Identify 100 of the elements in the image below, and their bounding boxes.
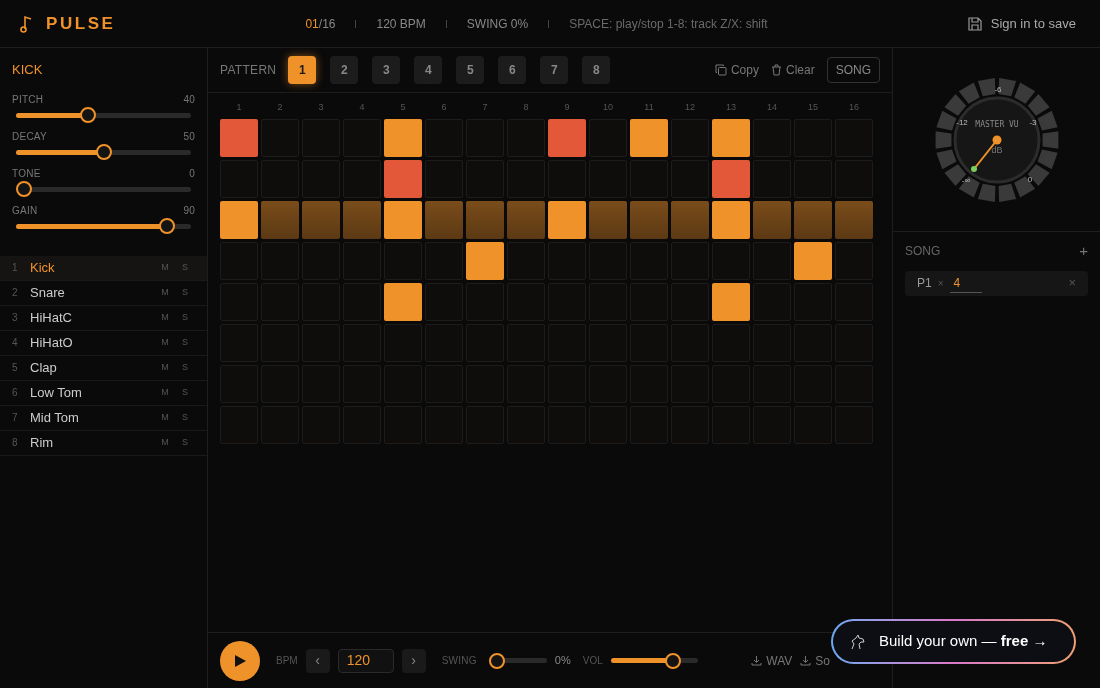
track-name: Rim <box>30 433 54 452</box>
step-pad[interactable] <box>384 159 422 198</box>
solo-toggle[interactable]: S <box>175 360 195 375</box>
mute-toggle[interactable]: M <box>155 260 175 275</box>
step-number: 15 <box>807 101 819 114</box>
bpm-decrease-button[interactable]: ‹ <box>305 648 330 673</box>
export-wav-button[interactable]: WAV <box>751 651 793 670</box>
pattern-tab[interactable]: 3 <box>372 56 401 84</box>
pattern-tab[interactable]: 1 <box>288 56 317 84</box>
step-pad[interactable] <box>712 282 750 321</box>
song-mode-button[interactable]: SONG <box>826 57 880 83</box>
step-pad[interactable] <box>548 118 586 157</box>
slider-thumb[interactable] <box>79 107 96 123</box>
vu-scale-label: -6 <box>993 84 1002 94</box>
step-number: 2 <box>276 101 284 114</box>
promo-badge[interactable]: Build your own — free → <box>831 619 1076 664</box>
mute-toggle[interactable]: M <box>155 310 175 325</box>
track-number: 3 <box>12 311 19 325</box>
swing-readout: SWING 0% <box>466 15 529 33</box>
bpm-increase-button[interactable]: › <box>401 648 426 673</box>
step-pad[interactable] <box>712 118 750 157</box>
pattern-tab[interactable]: 5 <box>456 56 485 84</box>
step-pad[interactable] <box>712 200 750 239</box>
instrument-title: KICK <box>12 61 44 79</box>
param-value: 0 <box>189 166 195 181</box>
track-row[interactable]: 7 Mid Tom M S <box>0 405 207 431</box>
solo-toggle[interactable]: S <box>175 435 195 450</box>
download-icon <box>751 655 763 666</box>
solo-toggle[interactable]: S <box>175 310 195 325</box>
clear-button[interactable]: Clear <box>770 61 815 79</box>
pattern-tab[interactable]: 4 <box>414 56 443 84</box>
track-row[interactable]: 2 Snare M S <box>0 280 207 306</box>
sign-in-button[interactable]: Sign in to save <box>966 13 1076 34</box>
step-number: 14 <box>766 101 778 114</box>
pattern-tab[interactable]: 6 <box>498 56 527 84</box>
mute-toggle[interactable]: M <box>155 385 175 400</box>
repeat-field[interactable]: 4 <box>949 273 982 293</box>
track-number: 4 <box>12 336 19 350</box>
slider-thumb[interactable] <box>665 652 682 669</box>
track-number: 7 <box>12 411 19 425</box>
copy-button[interactable]: Copy <box>714 61 759 79</box>
step-number: 10 <box>602 101 614 114</box>
remove-button[interactable]: × <box>1068 273 1076 293</box>
step-pad[interactable] <box>466 241 504 280</box>
step-number: 13 <box>725 101 737 114</box>
track-row[interactable]: 4 HiHatO M S <box>0 330 207 356</box>
solo-toggle[interactable]: S <box>175 335 195 350</box>
shortcut-hint: SPACE: play/stop 1-8: track Z/X: shift <box>569 15 768 33</box>
step-number: 5 <box>399 101 407 114</box>
step-number: 16 <box>848 101 860 114</box>
repeat-sign: × <box>937 276 944 291</box>
pattern-tab[interactable]: 2 <box>330 56 359 84</box>
step-pad[interactable] <box>220 118 258 157</box>
step-pad[interactable] <box>794 241 832 280</box>
mute-toggle[interactable]: M <box>155 410 175 425</box>
volume-label: VOL <box>582 654 603 668</box>
vu-title: MASTER VU <box>974 119 1019 129</box>
play-button[interactable] <box>220 640 260 681</box>
step-counter: 01/16 <box>305 15 336 33</box>
play-icon <box>233 653 247 668</box>
solo-toggle[interactable]: S <box>175 385 195 400</box>
slider-thumb[interactable] <box>488 652 505 669</box>
solo-toggle[interactable]: S <box>175 410 195 425</box>
song-title: SONG <box>905 243 941 261</box>
step-pad[interactable] <box>384 118 422 157</box>
step-pad[interactable] <box>712 159 750 198</box>
pattern-tab[interactable]: 8 <box>582 56 611 84</box>
export-song-button[interactable]: So <box>800 651 830 670</box>
slider-thumb[interactable] <box>159 218 176 234</box>
step-pad[interactable] <box>384 282 422 321</box>
step-pad[interactable] <box>630 118 668 157</box>
track-row[interactable]: 8 Rim M S <box>0 430 207 456</box>
slider-thumb[interactable] <box>16 181 32 197</box>
track-row[interactable]: 6 Low Tom M S <box>0 380 207 406</box>
step-pad[interactable] <box>548 200 586 239</box>
app-logo: PULSE <box>46 12 116 35</box>
track-name: Snare <box>30 283 65 302</box>
param-value: 50 <box>183 129 195 144</box>
slider-thumb[interactable] <box>95 144 112 160</box>
mute-toggle[interactable]: M <box>155 335 175 350</box>
track-row[interactable]: 3 HiHatC M S <box>0 305 207 331</box>
step-pad[interactable] <box>220 200 258 239</box>
step-pad[interactable] <box>384 200 422 239</box>
mute-toggle[interactable]: M <box>155 360 175 375</box>
music-note-icon <box>20 14 34 33</box>
track-name: Mid Tom <box>30 408 79 427</box>
param-value: 40 <box>183 92 195 107</box>
solo-toggle[interactable]: S <box>175 285 195 300</box>
track-row[interactable]: 5 Clap M S <box>0 355 207 381</box>
mute-toggle[interactable]: M <box>155 285 175 300</box>
add-button[interactable]: + <box>1079 240 1088 263</box>
trash-icon <box>770 64 782 76</box>
step-number: 4 <box>358 101 366 114</box>
pattern-tab[interactable]: 7 <box>540 56 569 84</box>
track-number: 8 <box>12 436 19 450</box>
mute-toggle[interactable]: M <box>155 435 175 450</box>
bpm-label: BPM <box>276 654 298 668</box>
bpm-field[interactable]: 120 <box>337 648 394 673</box>
download-icon <box>800 655 812 666</box>
step-number: 8 <box>522 101 530 114</box>
